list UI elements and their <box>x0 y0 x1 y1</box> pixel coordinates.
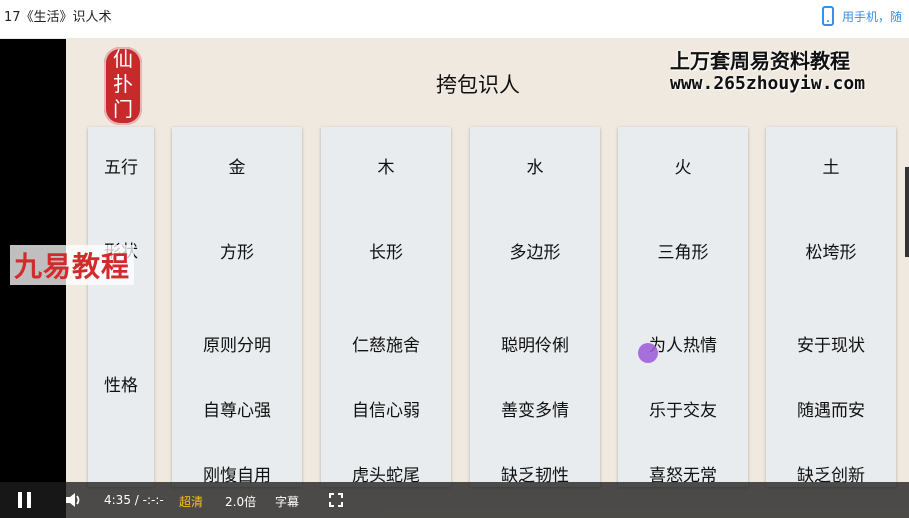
top-bar: 17《生活》识人术 用手机，随 <box>0 0 909 39</box>
element-column-water: 水 多边形 聪明伶俐 善变多情 缺乏韧性 <box>470 127 600 487</box>
slide-title: 挎包识人 <box>436 73 520 97</box>
trait: 善变多情 <box>501 401 569 421</box>
element-column-metal: 金 方形 原则分明 自尊心强 刚愎自用 <box>172 127 302 487</box>
trait: 仁慈施舍 <box>352 336 420 356</box>
element-column-fire: 火 三角形 为人热情 乐于交友 喜怒无常 <box>618 127 748 487</box>
shape-name: 三角形 <box>657 243 709 263</box>
trait: 乐于交友 <box>649 401 717 421</box>
video-player[interactable]: 仙扑门 挎包识人 上万套周易资料教程 www.265zhouyiw.com 五行… <box>0 39 909 518</box>
trait: 自尊心强 <box>203 401 271 421</box>
trait: 原则分明 <box>203 336 271 356</box>
element-column-wood: 木 长形 仁慈施舍 自信心弱 虎头蛇尾 <box>321 127 451 487</box>
trait: 安于现状 <box>797 336 865 356</box>
element-name: 水 <box>526 158 544 178</box>
pause-icon[interactable] <box>18 492 32 508</box>
trait: 随遇而安 <box>797 401 865 421</box>
phone-link-label: 用手机，随 <box>842 9 903 24</box>
mobile-phone-icon <box>822 6 834 26</box>
element-name: 火 <box>674 158 692 178</box>
label-column: 五行 形状 性格 <box>88 127 154 487</box>
time-display: 4:35 / -:-:- <box>104 493 164 507</box>
subtitle-button[interactable]: 字幕 <box>275 493 299 510</box>
fullscreen-icon[interactable] <box>329 493 343 507</box>
shape-name: 松垮形 <box>805 243 857 263</box>
promo-url: www.265zhouyiw.com <box>670 73 866 94</box>
slide-edge-marker <box>905 167 909 257</box>
phone-link[interactable]: 用手机，随 <box>822 6 902 26</box>
promo-text: 上万套周易资料教程 <box>670 49 850 73</box>
row-label-character: 性格 <box>104 376 138 396</box>
mouse-cursor-indicator <box>638 343 658 363</box>
element-name: 土 <box>822 158 840 178</box>
element-name: 金 <box>228 158 246 178</box>
speed-button[interactable]: 2.0倍 <box>225 493 256 510</box>
shape-name: 方形 <box>220 243 254 263</box>
shape-name: 长形 <box>369 243 403 263</box>
trait: 聪明伶俐 <box>501 336 569 356</box>
element-column-earth: 土 松垮形 安于现状 随遇而安 缺乏创新 <box>766 127 896 487</box>
video-title: 17《生活》识人术 <box>4 10 112 25</box>
slide: 仙扑门 挎包识人 上万套周易资料教程 www.265zhouyiw.com 五行… <box>66 39 909 518</box>
volume-icon[interactable] <box>64 491 84 509</box>
row-label-wuxing: 五行 <box>104 158 138 178</box>
seal-logo: 仙扑门 <box>104 47 142 125</box>
player-controls: 4:35 / -:-:- 超清 2.0倍 字幕 <box>0 482 909 518</box>
watermark: 九易教程 <box>10 245 135 285</box>
quality-button[interactable]: 超清 <box>179 493 203 510</box>
shape-name: 多边形 <box>509 243 561 263</box>
element-name: 木 <box>377 158 395 178</box>
trait: 自信心弱 <box>352 401 420 421</box>
